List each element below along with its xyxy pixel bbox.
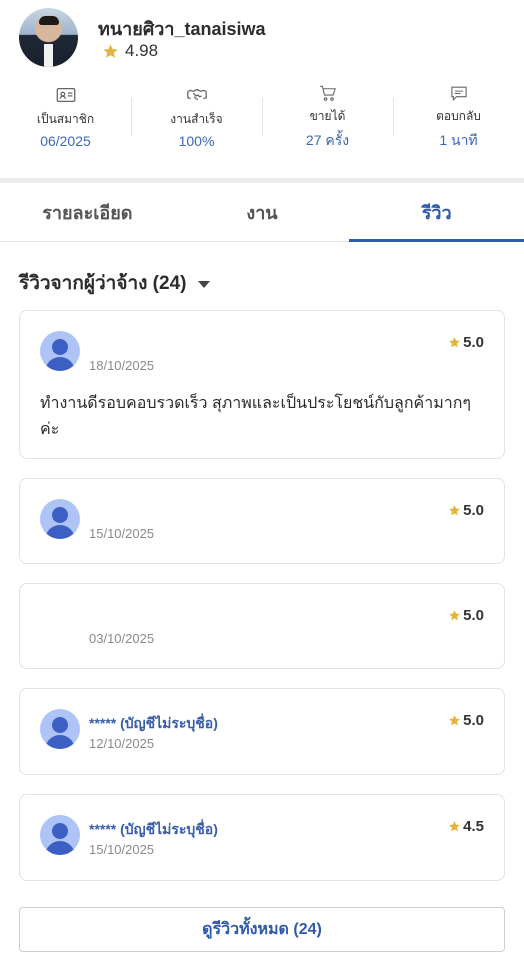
reviewer-name: ***** (บัญชีไม่ระบุชื่อ) — [89, 821, 218, 837]
review-date: 15/10/2025 — [89, 842, 155, 857]
reviewer-avatar — [40, 331, 80, 371]
review-card: ***** (บัญชีไม่ระบุชื่อ) 15/10/2025 4.5 — [19, 794, 505, 881]
review-score: 5.0 — [448, 607, 484, 624]
chat-icon — [450, 86, 467, 102]
profile-avatar[interactable] — [19, 8, 78, 67]
stat-sold: ขายได้ 27 ครั้ง — [262, 84, 393, 152]
stat-response-time: ตอบกลับ 1 นาที — [393, 84, 524, 152]
reviewer-name: ***** (บัญชีไม่ระบุชื่อ) — [89, 715, 218, 731]
reviewer-avatar — [40, 499, 80, 539]
star-icon — [449, 715, 461, 726]
review-text: ทำงานดีรอบคอบรวดเร็ว สุภาพและเป็นประโยชน… — [40, 395, 472, 438]
tab-jobs[interactable]: งาน — [175, 183, 350, 241]
review-score: 5.0 — [448, 502, 484, 519]
review-date: 03/10/2025 — [89, 631, 155, 646]
stat-jobs-completed: งานสำเร็จ 100% — [131, 84, 262, 152]
reviews-filter-dropdown[interactable]: รีวิวจากผู้ว่าจ้าง (24) — [19, 268, 211, 298]
review-card: 03/10/2025 5.0 — [19, 583, 505, 669]
profile-username: ทนายศิวา_tanaisiwa — [98, 19, 266, 39]
star-icon — [449, 610, 461, 621]
stat-member-since: เป็นสมาชิก 06/2025 — [0, 84, 131, 152]
review-score: 5.0 — [448, 712, 484, 729]
profile-header: ทนายศิวา_tanaisiwa 4.98 — [0, 0, 524, 80]
caret-down-icon — [198, 280, 211, 288]
review-date: 18/10/2025 — [89, 358, 155, 373]
review-card: 18/10/2025 5.0 ทำงานดีรอบคอบรวดเร็ว สุภา… — [19, 310, 505, 459]
review-date: 12/10/2025 — [89, 736, 155, 751]
tab-reviews[interactable]: รีวิว — [349, 183, 524, 242]
view-all-reviews-button[interactable]: ดูรีวิวทั้งหมด (24) — [19, 907, 505, 952]
review-score: 4.5 — [448, 818, 484, 835]
reviews-section-title: รีวิวจากผู้ว่าจ้าง (24) — [19, 273, 187, 294]
star-icon — [103, 43, 118, 58]
profile-rating-value: 4.98 — [125, 41, 159, 60]
star-icon — [449, 821, 461, 832]
cart-icon — [319, 85, 336, 101]
review-score: 5.0 — [448, 334, 484, 351]
reviewer-avatar — [40, 815, 80, 855]
profile-tabs: รายละเอียด งาน รีวิว — [0, 183, 524, 242]
id-card-icon — [56, 87, 75, 103]
tab-details[interactable]: รายละเอียด — [0, 183, 175, 241]
profile-stats: เป็นสมาชิก 06/2025 งานสำเร็จ 100% ขายได้… — [0, 84, 524, 152]
reviewer-avatar — [40, 709, 80, 749]
review-card: ***** (บัญชีไม่ระบุชื่อ) 12/10/2025 5.0 — [19, 688, 505, 775]
star-icon — [449, 337, 461, 348]
profile-rating: 4.98 — [102, 41, 158, 61]
review-card: 15/10/2025 5.0 — [19, 478, 505, 564]
star-icon — [449, 505, 461, 516]
handshake-icon — [186, 88, 207, 101]
review-date: 15/10/2025 — [89, 526, 155, 541]
